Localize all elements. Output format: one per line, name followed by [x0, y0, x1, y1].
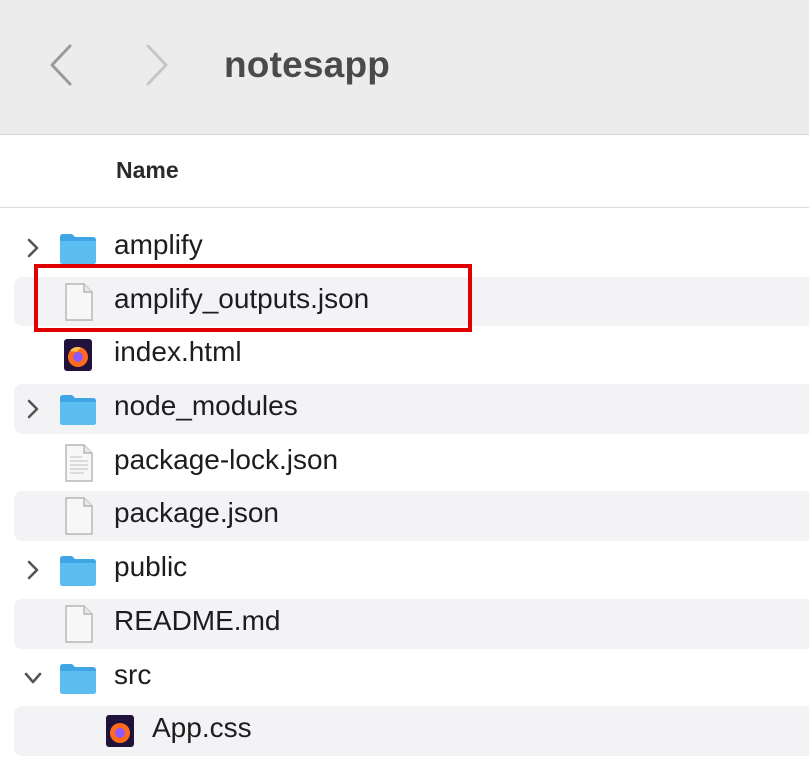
file-name: App.css [152, 712, 252, 744]
file-name: src [114, 658, 152, 690]
markdown-file-icon [65, 605, 93, 643]
file-name: amplify_outputs.json [114, 282, 370, 314]
chevron-right-icon[interactable] [24, 237, 42, 259]
chevron-down-icon[interactable] [24, 667, 42, 689]
list-item-src[interactable]: src [0, 651, 809, 705]
list-item-app-css[interactable]: App.css [0, 704, 809, 758]
column-header-name[interactable]: Name [116, 157, 179, 184]
forward-button[interactable] [138, 42, 174, 88]
file-name: amplify [114, 229, 203, 260]
file-name: package.json [114, 497, 280, 529]
folder-icon [60, 556, 96, 587]
firefox-html-icon [64, 339, 92, 372]
json-file-icon [65, 497, 93, 536]
json-file-icon [65, 282, 93, 321]
finder-toolbar: notesapp [0, 0, 809, 135]
chevron-right-icon[interactable] [24, 398, 42, 420]
css-file-icon [106, 715, 134, 748]
list-item-package-lock-json[interactable]: package-lock.json [0, 436, 809, 490]
file-name: node_modules [114, 390, 298, 422]
list-item-index-html[interactable]: index.html [0, 328, 809, 382]
chevron-right-icon[interactable] [24, 559, 42, 581]
list-item-amplify-outputs-json[interactable]: amplify_outputs.json [0, 275, 809, 329]
column-header-bar: Name [0, 135, 809, 208]
folder-icon [60, 663, 96, 694]
list-item-readme-md[interactable]: README.md [0, 597, 809, 651]
folder-icon [60, 234, 96, 264]
window-title: notesapp [224, 44, 391, 85]
list-item-node-modules[interactable]: node_modules [0, 382, 809, 436]
list-item-public[interactable]: public [0, 543, 809, 597]
folder-icon [60, 395, 96, 426]
file-name: README.md [114, 604, 281, 636]
file-name: index.html [114, 336, 242, 368]
chevron-right-icon [146, 44, 168, 86]
list-item-package-json[interactable]: package.json [0, 489, 809, 543]
list-item-amplify[interactable]: amplify [0, 221, 809, 275]
chevron-left-icon [50, 44, 72, 86]
file-name: package-lock.json [114, 443, 339, 475]
text-file-icon [65, 444, 93, 482]
file-list: amplify amplify_outputs.json index.html … [0, 221, 809, 758]
file-name: public [114, 551, 188, 583]
back-button[interactable] [44, 42, 80, 88]
